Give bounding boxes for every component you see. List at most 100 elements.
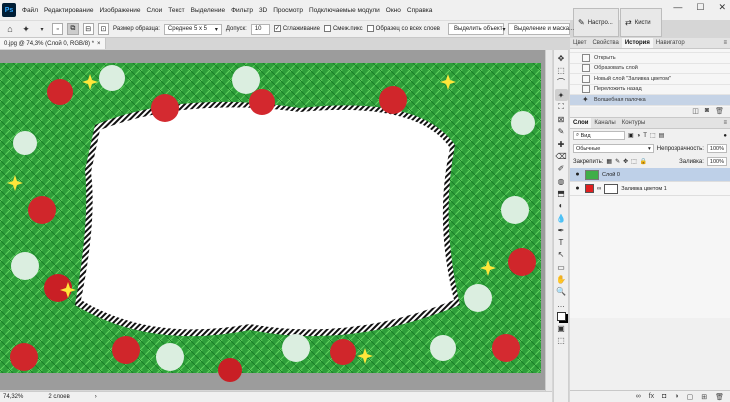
brush-tool-icon[interactable]: ⌫: [555, 150, 568, 162]
fx-icon[interactable]: fx: [649, 393, 654, 400]
frame-tool-icon[interactable]: ⊠: [555, 113, 568, 125]
filter-shape-icon[interactable]: ⬚: [650, 132, 656, 139]
add-selection-icon[interactable]: ⧉: [67, 23, 79, 35]
trash-icon[interactable]: 🗑: [715, 393, 724, 401]
snapshot-icon[interactable]: ◫: [692, 107, 699, 117]
tab-navigator[interactable]: Навигатор: [653, 38, 688, 48]
tab-history[interactable]: История: [621, 38, 653, 48]
history-brush-tool-icon[interactable]: ◍: [555, 175, 568, 187]
history-item[interactable]: Открыть: [570, 53, 730, 64]
trash-icon[interactable]: 🗑: [715, 107, 724, 117]
history-item[interactable]: Переложить назад: [570, 85, 730, 95]
lock-position-icon[interactable]: ✥: [623, 158, 628, 165]
canvas-vertical-scrollbar[interactable]: [545, 50, 552, 391]
more-tools-icon[interactable]: …: [555, 298, 568, 310]
history-item[interactable]: Образовать слой: [570, 64, 730, 74]
select-subject-button[interactable]: Выделить объект ▾: [448, 23, 505, 35]
menu-help[interactable]: Справка: [404, 7, 436, 14]
lock-paint-icon[interactable]: ✎: [615, 158, 620, 165]
filter-pixel-icon[interactable]: ▣: [628, 132, 634, 139]
tab-channels[interactable]: Каналы: [591, 118, 618, 128]
close-icon[interactable]: ✕: [718, 2, 726, 13]
lock-artboard-icon[interactable]: ⬚: [631, 158, 637, 165]
filter-toggle-icon[interactable]: ●: [723, 133, 727, 139]
move-tool-icon[interactable]: ✥: [555, 52, 568, 64]
canvas-image[interactable]: [0, 50, 545, 390]
menu-plugins[interactable]: Подключаемые модули: [306, 7, 383, 14]
add-mask-icon[interactable]: ◘: [662, 393, 666, 400]
magic-wand-tool-icon[interactable]: ✦: [20, 23, 32, 36]
eye-icon[interactable]: ●: [573, 171, 582, 178]
filter-adjust-icon[interactable]: ◑: [637, 133, 641, 139]
tolerance-input[interactable]: 10: [250, 23, 270, 35]
marquee-tool-icon[interactable]: ⬚: [555, 64, 568, 76]
filter-smart-icon[interactable]: ▤: [659, 132, 665, 139]
eraser-tool-icon[interactable]: ⬒: [555, 187, 568, 199]
crop-tool-icon[interactable]: ⛶: [555, 101, 568, 113]
eyedropper-tool-icon[interactable]: ✎: [555, 126, 568, 138]
chevron-down-icon[interactable]: ▾: [36, 23, 48, 36]
tab-color[interactable]: Цвет: [570, 38, 589, 48]
menu-file[interactable]: Файл: [19, 7, 41, 14]
path-selection-tool-icon[interactable]: ↖: [555, 249, 568, 261]
lock-all-icon[interactable]: 🔒: [640, 158, 647, 165]
new-layer-icon[interactable]: ⊞: [701, 393, 707, 401]
history-item[interactable]: Новый слой "Заливка цветом": [570, 74, 730, 85]
sample-size-select[interactable]: Среднее 5 x 5 ▾: [163, 23, 222, 35]
adjustment-layer-icon[interactable]: ◑: [674, 393, 678, 400]
opacity-input[interactable]: 100%: [706, 144, 727, 153]
rectangle-tool-icon[interactable]: ▭: [555, 261, 568, 273]
select-and-mask-button[interactable]: Выделение и маска...: [508, 23, 574, 35]
maximize-icon[interactable]: ☐: [696, 2, 704, 13]
blur-tool-icon[interactable]: 💧: [555, 212, 568, 224]
zoom-tool-icon[interactable]: 🔍: [555, 286, 568, 298]
fill-input[interactable]: 100%: [706, 157, 727, 166]
document-tab[interactable]: 0.jpg @ 74,3% (Слой 0, RGB/8) * ×: [0, 38, 106, 49]
color-swatch-icon[interactable]: [555, 310, 568, 322]
layer-name[interactable]: Слой 0: [602, 172, 620, 178]
zoom-level[interactable]: 74,32%: [3, 394, 23, 400]
tab-layers[interactable]: Слои: [570, 118, 592, 128]
close-icon[interactable]: ×: [97, 41, 101, 47]
canvas-area[interactable]: [0, 50, 545, 390]
menu-filter[interactable]: Фильтр: [228, 7, 256, 14]
intersect-selection-icon[interactable]: ⊡: [97, 23, 110, 35]
subtract-selection-icon[interactable]: ⊟: [82, 23, 94, 35]
pen-tool-icon[interactable]: ✒: [555, 224, 568, 236]
brushes-float-panel[interactable]: ⇄ Кисти: [620, 8, 662, 37]
layer-row[interactable]: ● Слой 0: [570, 168, 730, 182]
home-icon[interactable]: ⌂: [4, 23, 16, 36]
link-layers-icon[interactable]: ∞: [636, 393, 641, 400]
layer-kind-filter[interactable]: ⌕ Вид: [573, 131, 625, 140]
menu-layers[interactable]: Слои: [143, 7, 165, 14]
screen-mode-icon[interactable]: ⬚: [555, 335, 568, 347]
camera-icon[interactable]: ◙: [705, 107, 709, 117]
panel-menu-icon[interactable]: ≡: [720, 118, 730, 128]
menu-3d[interactable]: 3D: [256, 7, 270, 14]
anti-alias-checkbox[interactable]: ✓ Сглаживание: [273, 25, 320, 33]
hand-tool-icon[interactable]: ✋: [555, 273, 568, 285]
menu-window[interactable]: Окно: [383, 7, 404, 14]
chevron-right-icon[interactable]: ›: [95, 394, 97, 400]
type-tool-icon[interactable]: T: [555, 236, 568, 248]
tab-paths[interactable]: Контуры: [619, 118, 649, 128]
stamp-tool-icon[interactable]: ✐: [555, 163, 568, 175]
menu-type[interactable]: Текст: [165, 7, 187, 14]
layer-name[interactable]: Заливка цветом 1: [621, 186, 666, 192]
tab-properties[interactable]: Свойства: [589, 38, 621, 48]
menu-select[interactable]: Выделение: [188, 7, 228, 14]
lasso-tool-icon[interactable]: ⌒: [555, 77, 568, 89]
quick-mask-icon[interactable]: ▣: [555, 323, 568, 335]
menu-edit[interactable]: Редактирование: [41, 7, 97, 14]
history-item[interactable]: ✦ Волшебная палочка: [570, 95, 730, 106]
lock-pixels-icon[interactable]: ▦: [606, 158, 612, 165]
new-selection-icon[interactable]: ▫: [52, 23, 64, 35]
layer-row[interactable]: ● ∞ Заливка цветом 1: [570, 182, 730, 196]
blend-mode-select[interactable]: Обычные ▾: [573, 144, 654, 153]
adjustments-float-panel[interactable]: ✎ Настро...: [573, 8, 619, 37]
photoshop-logo[interactable]: Ps: [2, 3, 16, 17]
minimize-icon[interactable]: —: [673, 2, 682, 13]
healing-tool-icon[interactable]: ✚: [555, 138, 568, 150]
contiguous-checkbox[interactable]: Смеж.пикс: [323, 25, 363, 33]
menu-image[interactable]: Изображение: [97, 7, 144, 14]
